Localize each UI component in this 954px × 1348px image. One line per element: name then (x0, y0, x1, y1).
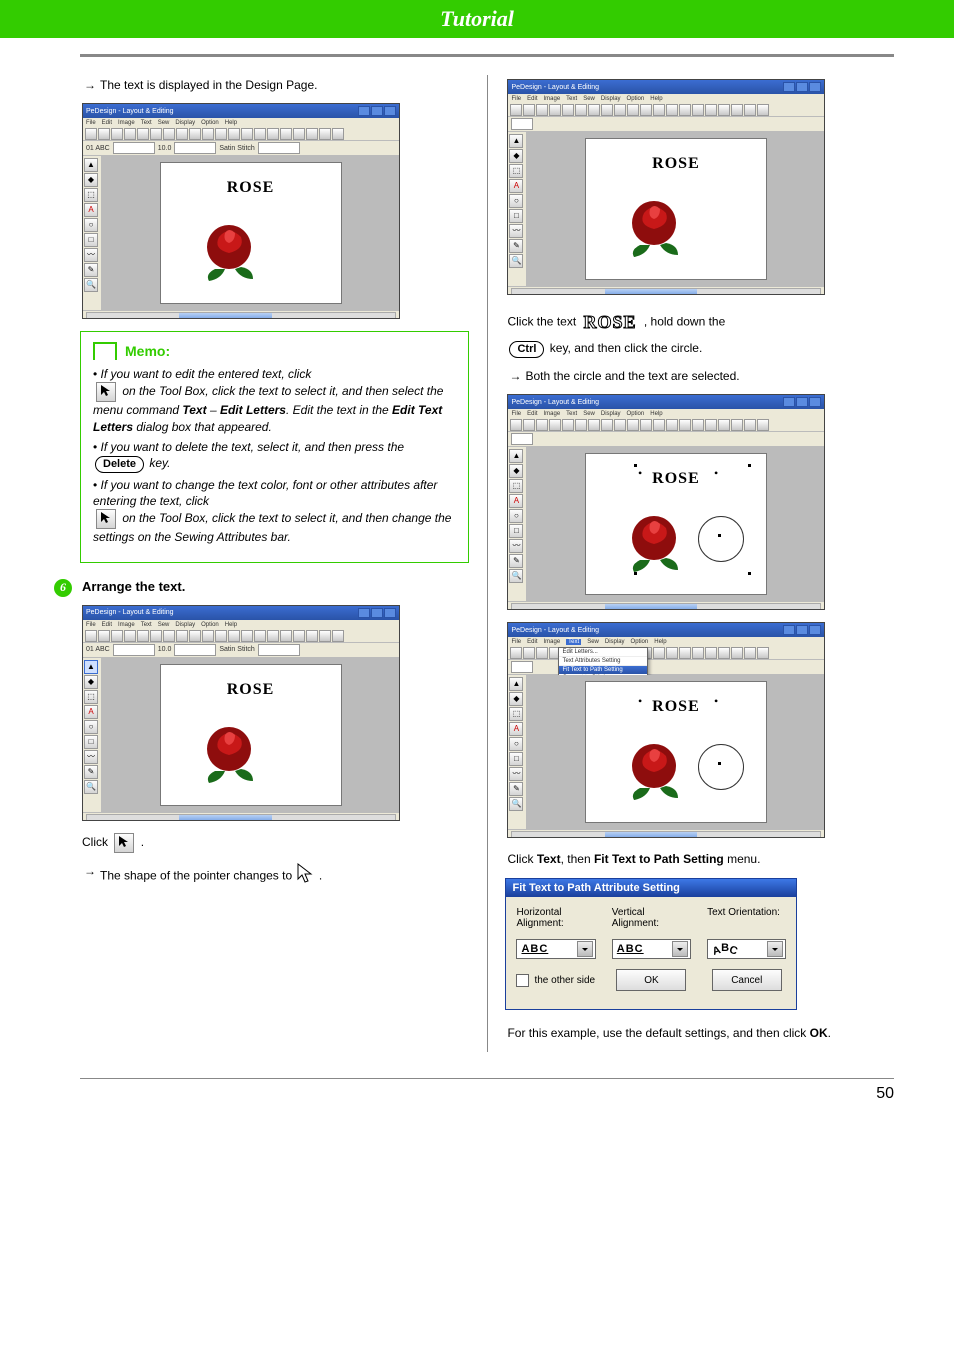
other-side-checkbox[interactable]: the other side (516, 974, 595, 987)
screenshot-design-page-4: PeDesign - Layout & Editing FileEditImag… (507, 394, 825, 610)
arrow-icon: → (84, 77, 96, 93)
step-6-text: Arrange the text. (82, 579, 185, 594)
chevron-down-icon (767, 941, 783, 957)
ss2-menubar: FileEdit ImageText SewDisplay OptionHelp (83, 620, 399, 630)
memo-icon (93, 342, 117, 360)
memo-item-2: • If you want to delete the text, select… (93, 439, 456, 473)
screenshot-design-page-3: PeDesign - Layout & Editing FileEditImag… (507, 79, 825, 295)
pointer-tool-icon (114, 833, 134, 853)
delete-key-icon: Delete (95, 456, 144, 473)
ss3-wintitle: PeDesign - Layout & Editing (511, 84, 599, 91)
circle-path-icon (698, 516, 744, 562)
ss4-wintitle: PeDesign - Layout & Editing (511, 399, 599, 406)
ss1-toolbox: ▲◆⬚ A○□ 〰✎🔍 (83, 156, 102, 310)
ok-button[interactable]: OK (616, 969, 686, 991)
h-align-select[interactable]: ABC (516, 939, 595, 959)
memo-item-3: • If you want to change the text color, … (93, 477, 456, 546)
footer-rule (80, 1078, 894, 1079)
column-separator (487, 75, 488, 1052)
ss3-toolbar (508, 104, 824, 117)
ss5-attrbar (508, 660, 824, 675)
chevron-down-icon (577, 941, 593, 957)
pointer-tool-icon (96, 509, 116, 529)
ss4-rose-text: ROSE (652, 470, 700, 488)
intro-arrow-line: → The text is displayed in the Design Pa… (84, 77, 469, 93)
window-controls-icon (783, 397, 821, 407)
ss5-menubar: FileEditImageTextSewDisplayOptionHelp (508, 637, 824, 647)
click-rose-line: Click the text ROSE , hold down the Ctrl… (507, 307, 894, 358)
click-text-menu-line: Click Text, then Fit Text to Path Settin… (507, 850, 894, 868)
v-align-label: Vertical Alignment: (612, 907, 691, 929)
orient-select[interactable]: ABC (707, 939, 786, 959)
abc-arc-icon: ABC (712, 943, 739, 955)
step-6-heading: 6 Arrange the text. (54, 579, 469, 597)
ss1-menubar: FileEdit ImageText SewDisplay OptionHelp (83, 118, 399, 128)
rose-image-icon (620, 510, 690, 576)
pointer-change-line: → The shape of the pointer changes to . (84, 863, 469, 889)
ctrl-key-icon: Ctrl (509, 341, 544, 358)
rose-outline-text-icon: ROSE (584, 307, 637, 338)
dialog-title: Fit Text to Path Attribute Setting (506, 879, 796, 897)
intro-arrow-text: The text is displayed in the Design Page… (100, 77, 317, 93)
ss3-rose-text: ROSE (652, 155, 700, 173)
arrow-icon: → (509, 368, 521, 384)
ss1-wintitle: PeDesign - Layout & Editing (86, 108, 174, 115)
ss4-menubar: FileEditImageTextSewDisplayOptionHelp (508, 409, 824, 419)
example-line: For this example, use the default settin… (507, 1024, 894, 1042)
ss5-toolbox: ▲◆⬚ A○□ 〰✎🔍 (508, 675, 527, 829)
cancel-button[interactable]: Cancel (712, 969, 782, 991)
ss2-attrbar: 01 ABC10.0Satin Stitch (83, 643, 399, 658)
window-controls-icon (783, 625, 821, 635)
circle-path-icon (698, 744, 744, 790)
top-rule (80, 54, 894, 57)
tutorial-header: Tutorial (0, 0, 954, 38)
ss1-toolbar (83, 128, 399, 141)
rose-image-icon (195, 219, 265, 285)
page-number: 50 (80, 1085, 894, 1103)
ss3-attrbar (508, 117, 824, 132)
rose-image-icon (620, 195, 690, 261)
orient-label: Text Orientation: (707, 907, 786, 918)
ss2-rose-text: ROSE (227, 681, 275, 699)
ss2-wintitle: PeDesign - Layout & Editing (86, 609, 174, 616)
ss3-toolbox: ▲◆⬚ A○□ 〰✎🔍 (508, 132, 527, 286)
ss4-toolbar (508, 419, 824, 432)
left-column: → The text is displayed in the Design Pa… (80, 75, 469, 1052)
ss4-attrbar (508, 432, 824, 447)
ss5-wintitle: PeDesign - Layout & Editing (511, 627, 599, 634)
ss1-rose-text: ROSE (227, 179, 275, 197)
checkbox-icon (516, 974, 529, 987)
cursor-arrow-icon (295, 863, 315, 889)
pointer-tool-icon (96, 382, 116, 402)
ss5-toolbar (508, 647, 824, 660)
both-selected-line: → Both the circle and the text are selec… (509, 368, 894, 384)
fit-text-dialog: Fit Text to Path Attribute Setting Horiz… (505, 878, 797, 1010)
ss2-toolbox: ▲◆⬚ A○□ 〰✎🔍 (83, 658, 102, 812)
rose-image-icon (620, 738, 690, 804)
ss2-toolbar (83, 630, 399, 643)
ss3-menubar: FileEditImageTextSewDisplayOptionHelp (508, 94, 824, 104)
click-pointer-line: Click . (82, 833, 469, 853)
ss4-toolbox: ▲◆⬚ A○□ 〰✎🔍 (508, 447, 527, 601)
v-align-select[interactable]: ABC (612, 939, 691, 959)
arrow-icon: → (84, 863, 96, 879)
memo-title: Memo: (125, 343, 170, 359)
window-controls-icon (358, 608, 396, 618)
rose-image-icon (195, 721, 265, 787)
step-badge-6: 6 (54, 579, 72, 597)
right-column: PeDesign - Layout & Editing FileEditImag… (505, 75, 894, 1052)
screenshot-design-page-1: PeDesign - Layout & Editing FileEdit Ima… (82, 103, 400, 319)
screenshot-design-page-2: PeDesign - Layout & Editing FileEdit Ima… (82, 605, 400, 821)
ss1-attrbar: 01 ABC10.0Satin Stitch (83, 141, 399, 156)
ss5-rose-text: ROSE (652, 698, 700, 716)
memo-item-1: • If you want to edit the entered text, … (93, 366, 456, 435)
window-controls-icon (783, 82, 821, 92)
h-align-label: Horizontal Alignment: (516, 907, 595, 929)
screenshot-design-page-5: PeDesign - Layout & Editing FileEditImag… (507, 622, 825, 838)
window-controls-icon (358, 106, 396, 116)
chevron-down-icon (672, 941, 688, 957)
memo-box: Memo: • If you want to edit the entered … (80, 331, 469, 562)
